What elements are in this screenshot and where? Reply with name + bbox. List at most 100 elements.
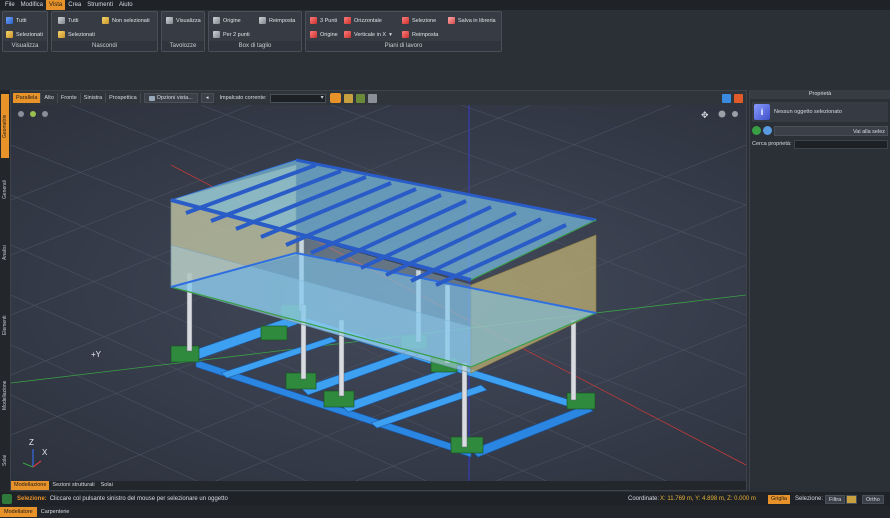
close-view-icon[interactable]: [734, 93, 743, 103]
box-origin-button[interactable]: Origine: [213, 16, 241, 25]
plane-select[interactable]: [269, 93, 326, 103]
navigation-icons[interactable]: ✥: [701, 110, 738, 122]
plane-horizontal-icon: [344, 17, 351, 24]
status-label: Selezione:: [17, 496, 47, 502]
ortho-toggle[interactable]: Ortho: [862, 494, 884, 504]
search-label: Cerca proprietà:: [752, 141, 792, 147]
wrench-icon[interactable]: [343, 93, 353, 103]
viewport-panel: Parallela Alto Fronte Sinistra Prospetti…: [10, 90, 747, 491]
filter-button[interactable]: Filtra: [825, 494, 846, 504]
hide-all-button[interactable]: Tutti: [58, 16, 79, 25]
hide-unselected-icon: [102, 17, 109, 24]
group-caption: Nascondi: [52, 41, 157, 51]
orbit-icon[interactable]: [718, 110, 726, 118]
view-tab-sinistra[interactable]: Sinistra: [81, 93, 107, 103]
side-tab-solai[interactable]: Solai: [1, 445, 9, 475]
grid-toggle[interactable]: Griglia: [768, 494, 790, 504]
settings-icon[interactable]: [846, 494, 857, 504]
show-all-button[interactable]: Tutti: [6, 16, 27, 25]
menu-crea[interactable]: Crea: [65, 0, 84, 10]
pin-icon[interactable]: [367, 93, 377, 103]
palettes-button[interactable]: Visualizza: [166, 16, 201, 25]
bottom-tab-solai[interactable]: Solai: [98, 481, 116, 490]
properties-nav: Vai alla selez: [752, 125, 888, 136]
two-points-icon: [213, 31, 220, 38]
plane-horizontal-button[interactable]: Orizzontale: [344, 16, 382, 25]
plane-vertical-button[interactable]: Verticale in X ▾: [344, 30, 392, 39]
back-icon[interactable]: [752, 126, 761, 135]
group-nascondi: Tutti Non selezionati Selezionati Nascon…: [51, 11, 158, 52]
zoom-icon[interactable]: [732, 111, 738, 117]
pan-icon[interactable]: ✥: [701, 111, 709, 121]
workspace-tab-modellatore[interactable]: Modellatore: [0, 507, 37, 517]
group-visualizza: Tutti Selezionati Visualizza: [2, 11, 48, 52]
status-message: Cliccare col pulsante sinistro del mouse…: [49, 496, 228, 502]
menu-strumenti[interactable]: Strumenti: [84, 0, 116, 10]
plane-toggle-button[interactable]: [329, 93, 341, 103]
info-icon: i: [754, 104, 770, 120]
box-2points-label: Per 2 punti: [223, 31, 250, 38]
plane-3points-button[interactable]: 3 Punti: [310, 16, 337, 25]
view-tab-parallela[interactable]: Parallela: [13, 93, 42, 103]
menu-modifica[interactable]: Modifica: [18, 0, 46, 10]
3d-viewport[interactable]: +Y Z X ✥: [11, 105, 746, 483]
side-tab-elementi[interactable]: Elementi: [1, 305, 9, 345]
box-reset-label: Reimposta: [269, 17, 296, 24]
hide-icon: [58, 17, 65, 24]
box-2points-button[interactable]: Per 2 punti: [213, 30, 250, 39]
plane-origin-label: Origine: [320, 31, 338, 38]
menu-bar: File Modifica Vista Crea Strumenti Aiuto: [0, 0, 890, 10]
view-mini-icons[interactable]: [18, 111, 48, 117]
view-back-button[interactable]: ◂: [200, 93, 214, 103]
view-tab-fronte[interactable]: Fronte: [58, 93, 81, 103]
hide-unselected-button[interactable]: Non selezionati: [102, 16, 150, 25]
menu-vista[interactable]: Vista: [46, 0, 66, 10]
view-bottom-tabs: Modellazione Sezioni strutturali Solai: [11, 481, 746, 490]
selection-info: i Nessun oggetto selezionato: [752, 102, 888, 122]
plane-3points-label: 3 Punti: [320, 17, 338, 24]
layers-icon[interactable]: [355, 93, 365, 103]
menu-aiuto[interactable]: Aiuto: [116, 0, 136, 10]
view-options-button[interactable]: Opzioni vista...: [143, 93, 198, 103]
group-piani-lavoro: 3 Punti Orizzontale Selezione Salva in l…: [305, 11, 502, 52]
plane-reset-button[interactable]: Reimposta: [402, 30, 438, 39]
show-selected-button[interactable]: Selezionati: [6, 30, 43, 39]
bottom-tab-modellazione[interactable]: Modellazione: [11, 481, 50, 490]
triad-z-label: Z: [29, 438, 34, 447]
side-tab-geometrie[interactable]: Geometrie: [1, 94, 9, 158]
coordinates-label: Coordinate:: [628, 496, 660, 502]
forward-icon[interactable]: [763, 126, 772, 135]
property-search-input[interactable]: [794, 139, 888, 149]
goto-selection-button[interactable]: Vai alla selez: [774, 125, 888, 136]
add-view-icon[interactable]: [722, 93, 731, 103]
side-tab-generali[interactable]: Generali: [1, 170, 9, 210]
reset-icon: [259, 17, 266, 24]
chevron-down-icon[interactable]: ▾: [389, 32, 392, 38]
box-origin-label: Origine: [223, 17, 241, 24]
view-tab-prospettica[interactable]: Prospettica: [106, 93, 141, 103]
selection-mode-label: Selezione:: [795, 496, 824, 502]
plane-horizontal-label: Orizzontale: [354, 17, 382, 24]
arrow-up-icon[interactable]: [2, 494, 12, 504]
workspace-tab-carpenterie[interactable]: Carpenterie: [37, 507, 74, 517]
side-tab-analisi[interactable]: Analisi: [1, 238, 9, 268]
view-tab-alto[interactable]: Alto: [41, 93, 58, 103]
plane-save-button[interactable]: Salva in libreria: [448, 16, 496, 25]
ribbon: Tutti Selezionati Visualizza Tutti Non s…: [0, 10, 890, 52]
palettes-label: Visualizza: [176, 17, 201, 24]
side-tab-modellazione[interactable]: Modellazione: [1, 370, 9, 420]
menu-file[interactable]: File: [2, 0, 18, 10]
hide-selected-button[interactable]: Selezionati: [58, 30, 95, 39]
left-side-tabs: Geometrie Generali Analisi Elementi Mode…: [0, 90, 10, 492]
coordinates-value: X: 11.769 m, Y: 4.898 m, Z: 0.000 m: [660, 496, 756, 502]
properties-panel: Proprietà i Nessun oggetto selezionato V…: [749, 90, 890, 491]
hide-all-label: Tutti: [68, 17, 79, 24]
plane-selection-icon: [402, 17, 409, 24]
box-reset-button[interactable]: Reimposta: [259, 16, 295, 25]
plane-origin-button[interactable]: Origine: [310, 30, 338, 39]
save-library-icon: [448, 17, 455, 24]
bottom-tab-sezioni[interactable]: Sezioni strutturali: [49, 481, 97, 490]
group-box-taglio: Origine Reimposta Per 2 punti Box di tag…: [208, 11, 302, 52]
plane-selection-button[interactable]: Selezione: [402, 16, 436, 25]
eye-icon: [6, 17, 13, 24]
